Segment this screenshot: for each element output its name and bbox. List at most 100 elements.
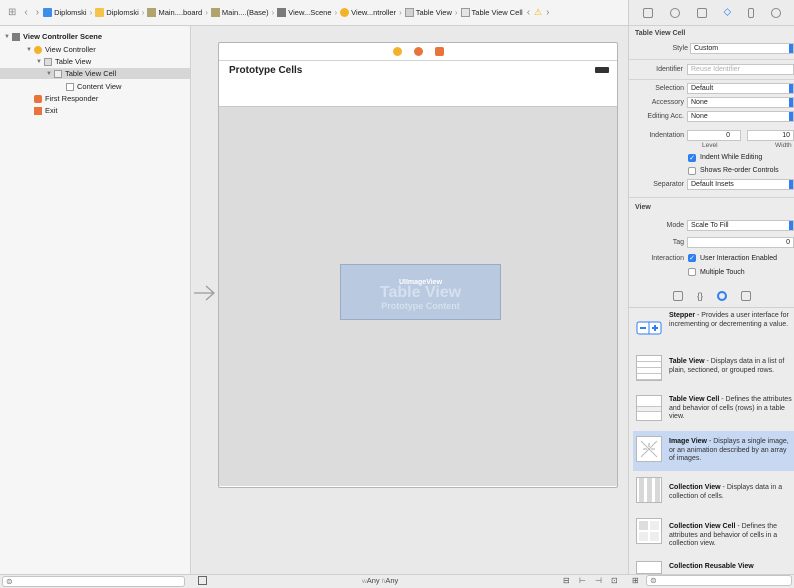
section-table-view-cell: Table View Cell bbox=[635, 30, 686, 37]
view-icon bbox=[66, 82, 74, 91]
size-inspector-icon[interactable] bbox=[747, 7, 754, 18]
image-view-icon bbox=[636, 436, 662, 462]
crumb-table-view[interactable]: Table View bbox=[404, 8, 452, 17]
crumb-scene[interactable]: View...Scene bbox=[277, 8, 332, 17]
table-view-icon bbox=[404, 8, 414, 17]
style-popup[interactable]: Custom bbox=[690, 43, 794, 54]
file-template-icon[interactable] bbox=[672, 290, 683, 301]
crumb-storyboard[interactable]: Main....board bbox=[147, 8, 202, 17]
library-item[interactable]: Collection View Cell - Defines the attri… bbox=[633, 513, 794, 553]
shows-reorder-checkbox[interactable] bbox=[688, 167, 696, 175]
divider bbox=[629, 59, 794, 60]
inspector-tabs: ⬦ bbox=[629, 0, 794, 26]
style-label: Style bbox=[672, 45, 688, 52]
storyboard-icon bbox=[147, 8, 157, 17]
table-cell-icon bbox=[636, 395, 662, 421]
related-items-icon[interactable]: ⊞ bbox=[8, 7, 16, 18]
tag-field[interactable]: 0 bbox=[687, 237, 794, 248]
library-item-selected[interactable]: Image View - Displays a single image, or… bbox=[633, 431, 794, 471]
library-item[interactable]: Stepper - Provides a user interface for … bbox=[633, 310, 794, 350]
interaction-label: Interaction bbox=[651, 255, 684, 262]
multiple-touch-checkbox[interactable] bbox=[688, 268, 696, 276]
storyboard-icon bbox=[210, 8, 220, 17]
table-view[interactable]: Prototype Cells Table View Prototype Con… bbox=[219, 62, 617, 486]
indentation-label: Indentation bbox=[649, 132, 684, 139]
media-library-icon[interactable] bbox=[741, 290, 751, 301]
code-snippet-icon[interactable]: {} bbox=[697, 291, 703, 301]
library-item[interactable]: Collection Reusable View bbox=[633, 556, 794, 574]
user-interaction-checkbox[interactable]: ✓ bbox=[688, 254, 696, 262]
table-cell-icon bbox=[460, 8, 470, 17]
scene-dock bbox=[219, 43, 617, 61]
outline-scene[interactable]: ▼ View Controller Scene bbox=[4, 31, 102, 42]
back-arrow-icon[interactable]: ‹ bbox=[24, 7, 27, 18]
library-item[interactable]: Table View - Displays data in a list of … bbox=[633, 350, 794, 390]
image-view[interactable]: Table View Prototype Content UIImageView bbox=[340, 264, 501, 320]
toggle-outline-icon[interactable] bbox=[198, 576, 207, 585]
mode-label: Mode bbox=[666, 222, 684, 229]
prototype-cell[interactable] bbox=[219, 79, 617, 107]
issue-forward-icon[interactable]: › bbox=[546, 7, 549, 18]
outline-view-controller[interactable]: ▼ View Controller bbox=[26, 44, 96, 55]
utilities-pane: ⬦ Table View Cell Style Custom Identifie… bbox=[628, 0, 794, 574]
identity-inspector-icon[interactable] bbox=[696, 7, 707, 18]
accessory-label: Accessory bbox=[651, 99, 684, 106]
multiple-touch-label: Multiple Touch bbox=[700, 269, 745, 276]
outline-table-view[interactable]: ▼ Table View bbox=[36, 56, 91, 67]
resizing-icon[interactable]: ⊡ bbox=[611, 576, 618, 585]
crumb-project[interactable]: Diplomski bbox=[43, 8, 87, 17]
crumb-storyboard-base[interactable]: Main....(Base) bbox=[210, 8, 269, 17]
entry-point-arrow-icon[interactable] bbox=[192, 283, 218, 303]
outline-content-view[interactable]: Content View bbox=[66, 81, 121, 92]
outline-filter-field[interactable]: ⊜ bbox=[2, 576, 185, 587]
quick-help-icon[interactable] bbox=[670, 7, 681, 18]
crumb-controller[interactable]: View...ntroller bbox=[340, 8, 396, 17]
exit-icon bbox=[34, 106, 42, 115]
folder-icon bbox=[95, 8, 105, 17]
indent-while-editing-label: Indent While Editing bbox=[700, 154, 763, 161]
indent-while-editing-checkbox[interactable]: ✓ bbox=[688, 154, 696, 162]
indentation-level-field[interactable]: 0 bbox=[687, 130, 741, 141]
crumb-folder[interactable]: Diplomski bbox=[95, 8, 139, 17]
size-class-control[interactable]: wAny hAny bbox=[362, 576, 398, 585]
grid-view-icon[interactable]: ⊞ bbox=[632, 576, 639, 585]
outline-first-responder[interactable]: First Responder bbox=[34, 93, 98, 104]
separator-popup[interactable]: Default Insets bbox=[687, 179, 794, 190]
exit-icon[interactable] bbox=[434, 47, 444, 56]
jump-bar: ⊞ ‹ › Diplomski › Diplomski › Main....bo… bbox=[0, 0, 628, 26]
mode-popup[interactable]: Scale To Fill bbox=[687, 220, 794, 231]
issue-back-icon[interactable]: ‹ bbox=[527, 7, 530, 18]
selection-popup[interactable]: Default bbox=[687, 83, 794, 94]
disclosure-triangle-icon[interactable]: ▼ bbox=[36, 59, 44, 65]
outline-exit[interactable]: Exit bbox=[34, 105, 58, 116]
object-library-icon[interactable] bbox=[717, 290, 727, 301]
editing-accessory-popup[interactable]: None bbox=[687, 111, 794, 122]
accessory-popup[interactable]: None bbox=[687, 97, 794, 108]
first-responder-icon[interactable] bbox=[413, 47, 423, 56]
level-caption: Level bbox=[702, 142, 718, 149]
disclosure-triangle-icon[interactable]: ▼ bbox=[26, 47, 34, 53]
pin-icon[interactable]: ⊢ bbox=[579, 576, 586, 585]
indentation-width-field[interactable]: 10 bbox=[747, 130, 794, 141]
library-item[interactable]: Table View Cell - Defines the attributes… bbox=[633, 390, 794, 430]
disclosure-triangle-icon[interactable]: ▼ bbox=[4, 34, 12, 40]
crumb-table-view-cell[interactable]: Table View Cell bbox=[460, 8, 523, 17]
attributes-inspector-icon[interactable]: ⬦ bbox=[723, 6, 731, 19]
prototype-content-watermark: Prototype Content bbox=[381, 301, 460, 311]
library-tabs: {} bbox=[629, 284, 794, 308]
outline-table-view-cell[interactable]: ▼ Table View Cell bbox=[0, 68, 190, 79]
forward-arrow-icon[interactable]: › bbox=[36, 7, 39, 18]
library-item[interactable]: Collection View - Displays data in a col… bbox=[633, 472, 794, 512]
identifier-field[interactable]: Reuse Identifier bbox=[687, 64, 794, 75]
disclosure-triangle-icon[interactable]: ▼ bbox=[46, 71, 54, 77]
battery-icon bbox=[595, 67, 609, 73]
view-controller-icon[interactable] bbox=[392, 47, 402, 56]
resolve-issues-icon[interactable]: ⊣ bbox=[595, 576, 602, 585]
file-inspector-icon[interactable] bbox=[643, 7, 654, 18]
align-icon[interactable]: ⊟ bbox=[563, 576, 570, 585]
library-filter-field[interactable]: ⊜ bbox=[646, 575, 792, 586]
crumb-separator: › bbox=[454, 8, 458, 17]
connections-inspector-icon[interactable] bbox=[770, 7, 781, 18]
view-controller-scene[interactable]: Prototype Cells Table View Prototype Con… bbox=[218, 42, 618, 488]
warning-icon[interactable]: ⚠ bbox=[534, 7, 542, 18]
